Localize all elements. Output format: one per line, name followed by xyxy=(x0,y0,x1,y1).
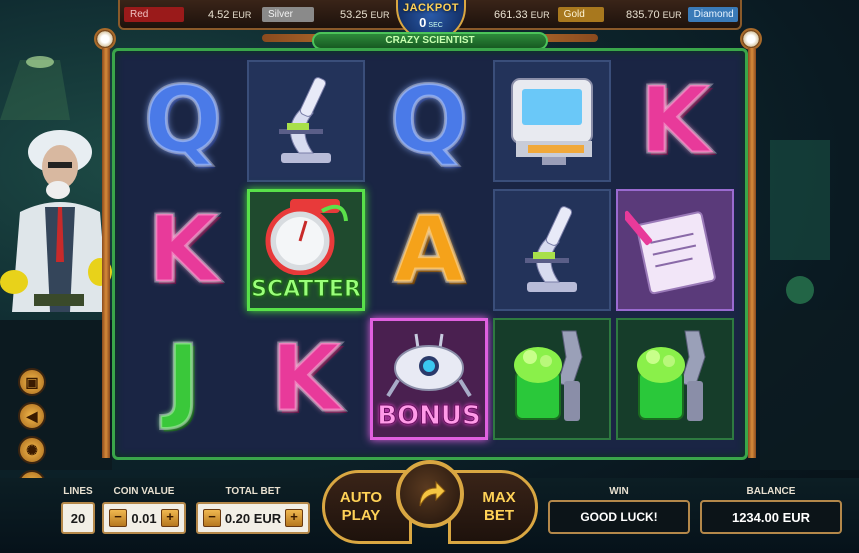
total-bet-box: − 0.20 EUR + xyxy=(196,502,310,534)
jackpot-gold-currency: EUR xyxy=(530,9,550,20)
gauge-right-icon xyxy=(740,28,762,50)
lamp-icon xyxy=(26,56,54,68)
notepad-icon xyxy=(621,198,725,303)
microscope-icon xyxy=(261,69,351,174)
jackpot-silver-name: Silver xyxy=(262,7,314,22)
scientist-character xyxy=(0,130,112,312)
jackpot-silver-currency: EUR xyxy=(370,9,390,20)
jackpot-unit: SEC xyxy=(428,22,443,29)
jackpot-seconds: 0 xyxy=(419,15,427,30)
win-label: WIN xyxy=(609,486,629,497)
symbol-letter-j: J xyxy=(164,325,201,432)
balance-display: 1234.00 EUR xyxy=(700,500,842,534)
balance-label: BALANCE xyxy=(746,486,796,497)
reel-cell: BONUS xyxy=(370,318,488,440)
bonus-label: BONUS xyxy=(377,401,482,432)
coin-value-label: COIN VALUE xyxy=(113,486,175,497)
flask-icon xyxy=(786,276,814,304)
max-bet-label-2: BET xyxy=(484,507,514,524)
autoplay-label-1: AUTO xyxy=(339,489,383,506)
reel-cell: A xyxy=(370,189,488,311)
flask-machine-icon xyxy=(625,327,725,432)
bet-decrease-button[interactable]: − xyxy=(203,509,221,527)
computer-icon xyxy=(502,71,602,172)
symbol-letter-k: K xyxy=(146,196,220,303)
win-display: GOOD LUCK! xyxy=(548,500,690,534)
symbol-letter-q: Q xyxy=(142,67,223,174)
coin-value: 0.01 xyxy=(131,510,157,526)
autoplay-label-2: PLAY xyxy=(341,507,381,524)
total-bet-value: 0.20 EUR xyxy=(224,510,282,526)
reel-cell xyxy=(247,60,365,182)
reel-cell: Q xyxy=(370,60,488,182)
scatter-label: SCATTER xyxy=(251,277,362,303)
symbol-letter-k: K xyxy=(269,325,343,432)
pipe-left xyxy=(102,48,110,458)
stopwatch-icon xyxy=(260,197,352,280)
jackpot-diamond: 835.70 EUR Diamond xyxy=(626,5,742,24)
symbol-letter-q: Q xyxy=(388,67,469,174)
robot-icon xyxy=(384,330,474,405)
spin-button[interactable] xyxy=(396,460,464,528)
reel-cell xyxy=(493,60,611,182)
jackpot-gold-amount: 661.33 xyxy=(494,8,528,21)
reel-cell: K xyxy=(247,318,365,440)
jackpot-silver-amount: 53.25 xyxy=(340,8,368,21)
reel-cell: SCATTER xyxy=(247,189,365,311)
coin-value-box: − 0.01 + xyxy=(102,502,186,534)
pipe-right xyxy=(748,48,756,458)
reel-cell xyxy=(493,318,611,440)
jackpot-title: JACKPOT xyxy=(402,2,460,14)
lines-value: 20 xyxy=(61,502,95,534)
jackpot-red-currency: EUR xyxy=(232,9,252,20)
coin-increase-button[interactable]: + xyxy=(161,509,179,527)
settings-icon: ✺ xyxy=(26,442,38,458)
total-bet-label: TOTAL BET xyxy=(225,486,281,497)
flask-machine-icon xyxy=(502,327,602,432)
fullscreen-icon: ▣ xyxy=(25,374,39,390)
max-bet-label-1: MAX xyxy=(482,489,516,506)
jackpot-red: Red 4.52 EUR xyxy=(124,5,254,24)
fullscreen-button[interactable]: ▣ xyxy=(18,368,46,396)
bet-increase-button[interactable]: + xyxy=(285,509,303,527)
sound-icon: ◀ xyxy=(26,408,38,424)
spin-arrow-icon xyxy=(419,480,446,507)
jackpot-red-amount: 4.52 xyxy=(208,8,230,21)
reel-cell xyxy=(616,189,734,311)
gauge-left-icon xyxy=(94,28,116,50)
lines-label: LINES xyxy=(63,486,93,497)
reel-cell xyxy=(616,318,734,440)
jackpot-red-name: Red xyxy=(124,7,184,22)
jackpot-gold: 661.33 EUR Gold xyxy=(494,5,606,24)
jackpot-silver: Silver 53.25 EUR xyxy=(262,5,392,24)
reel-cell: K xyxy=(616,60,734,182)
reel-cell: K xyxy=(124,189,242,311)
jackpot-gold-name: Gold xyxy=(557,7,604,22)
reel-cell: J xyxy=(124,318,242,440)
sound-button[interactable]: ◀ xyxy=(18,402,46,430)
symbol-letter-k: K xyxy=(638,67,712,174)
settings-button[interactable]: ✺ xyxy=(18,436,46,464)
reel-cell xyxy=(493,189,611,311)
microscope-icon xyxy=(507,198,597,303)
jackpot-diamond-amount: 835.70 xyxy=(626,8,660,21)
reel-cell: Q xyxy=(124,60,242,182)
jackpot-diamond-currency: EUR xyxy=(662,9,682,20)
jackpot-diamond-name: Diamond xyxy=(687,7,738,22)
coin-decrease-button[interactable]: − xyxy=(109,509,127,527)
reel-grid: Q K J SCATTER K Q A BONUS K xyxy=(124,60,736,450)
symbol-letter-a: A xyxy=(392,196,466,303)
